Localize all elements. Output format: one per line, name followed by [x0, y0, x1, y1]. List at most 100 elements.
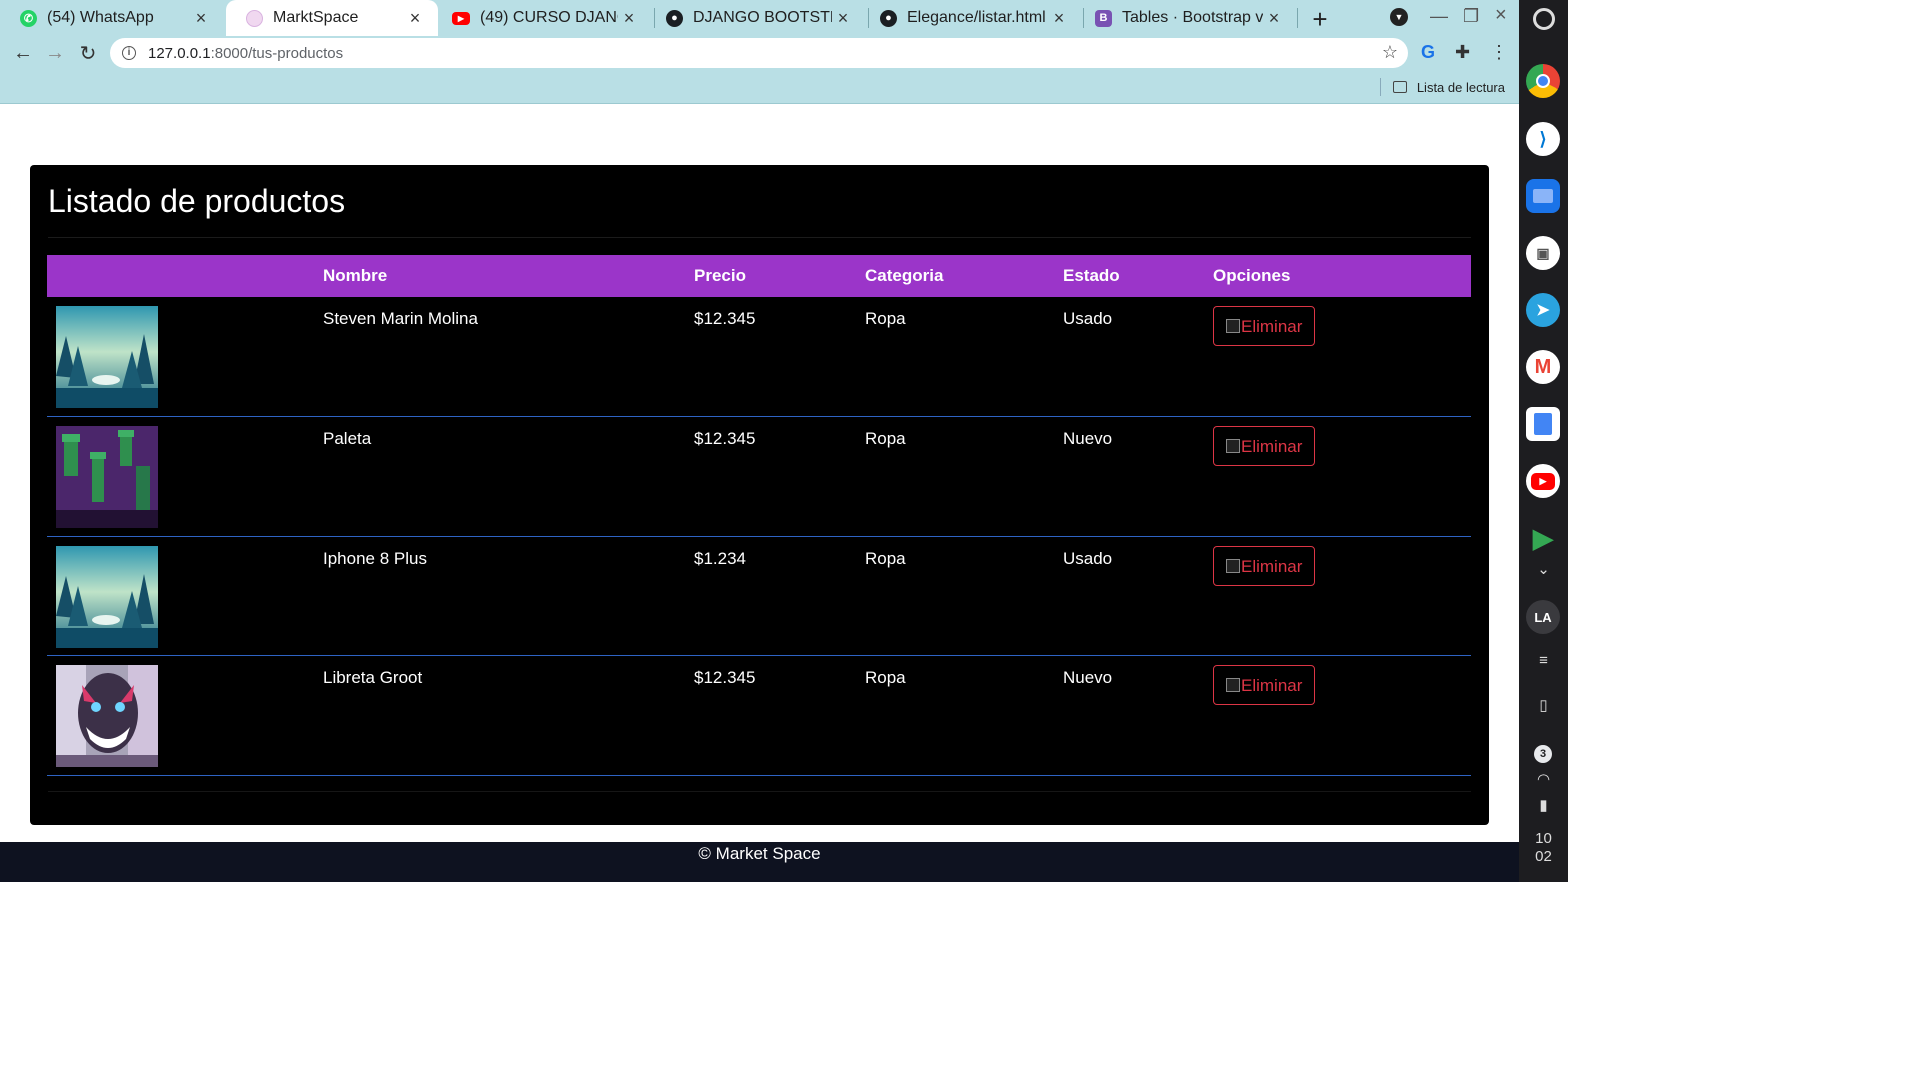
product-price: $1.234: [694, 536, 865, 656]
tab-title: MarktSpace: [273, 9, 359, 26]
play-store-icon[interactable]: ▶: [1526, 521, 1560, 555]
chevron-down-icon[interactable]: ⌄: [1519, 560, 1568, 578]
product-state: Usado: [1063, 536, 1213, 656]
gmail-icon[interactable]: M: [1526, 350, 1560, 384]
site-info-icon[interactable]: i: [122, 46, 136, 60]
forward-icon[interactable]: →: [42, 40, 68, 66]
options-cell: Eliminar: [1213, 297, 1471, 417]
telegram-icon[interactable]: ➤: [1526, 293, 1560, 327]
new-tab-button[interactable]: +: [1308, 4, 1332, 35]
github-icon: ●: [666, 9, 683, 27]
product-thumbnail[interactable]: [56, 665, 158, 767]
os-shelf: ⟩ ▣ ➤ M ▶ ▶ ⌄ LA ≡ ▯ 3 ◠ ▮ 10 02: [1519, 0, 1568, 882]
close-tab-icon[interactable]: ×: [190, 8, 212, 29]
vscode-icon[interactable]: ⟩: [1526, 122, 1560, 156]
header-image: [47, 255, 323, 297]
whatsapp-icon: ✆: [20, 9, 37, 27]
playlist-icon[interactable]: ≡: [1519, 652, 1568, 669]
options-cell: Eliminar: [1213, 655, 1471, 776]
extensions-icon[interactable]: ✚: [1455, 42, 1470, 63]
minimize-icon[interactable]: —: [1430, 6, 1448, 27]
url-path: :8000/tus-productos: [210, 44, 344, 62]
youtube-icon[interactable]: ▶: [1526, 464, 1560, 498]
reload-icon[interactable]: ↻: [75, 40, 101, 66]
product-price: $12.345: [694, 655, 865, 776]
clock-minute: 02: [1535, 848, 1552, 865]
tab-marktspace[interactable]: MarktSpace ×: [226, 0, 438, 36]
product-category: Ropa: [865, 655, 1063, 776]
bootstrap-icon: B: [1095, 9, 1112, 27]
files-icon[interactable]: [1526, 179, 1560, 213]
page-body: Listado de productos Nombre Precio Categ…: [0, 105, 1519, 842]
reading-list-label: Lista de lectura: [1416, 79, 1505, 95]
products-card: Listado de productos Nombre Precio Categ…: [30, 165, 1489, 825]
tab-title: DJANGO BOOTSTRAP PAG: [693, 9, 832, 26]
delete-label: Eliminar: [1241, 556, 1303, 576]
battery-icon[interactable]: ▮: [1519, 796, 1568, 814]
card-footer-divider: [48, 791, 1471, 792]
delete-button[interactable]: Eliminar: [1213, 665, 1315, 705]
close-tab-icon[interactable]: ×: [832, 8, 854, 29]
tab-bootstrap[interactable]: B Tables · Bootstrap v5.1 ×: [1075, 0, 1297, 36]
docs-icon[interactable]: [1526, 407, 1560, 441]
close-window-icon[interactable]: ×: [1495, 4, 1507, 27]
broken-image-icon: [1226, 319, 1240, 333]
broken-image-icon: [1226, 558, 1240, 573]
notification-count: 3: [1539, 748, 1547, 760]
close-tab-icon[interactable]: ×: [1263, 8, 1285, 29]
phone-hub-icon[interactable]: ▯: [1519, 696, 1568, 714]
product-name: Libreta Groot: [323, 655, 694, 776]
tab-youtube[interactable]: ▶ (49) CURSO DJANGO 2020 ×: [432, 0, 652, 36]
chrome-icon[interactable]: [1526, 64, 1560, 98]
screenshot-icon[interactable]: ▣: [1526, 236, 1560, 270]
tab-title: (54) WhatsApp: [47, 9, 154, 26]
close-tab-icon[interactable]: ×: [618, 8, 640, 29]
menu-kebab-icon[interactable]: ⋮: [1490, 42, 1508, 63]
product-thumbnail[interactable]: [56, 545, 158, 648]
delete-button[interactable]: Eliminar: [1213, 306, 1315, 346]
wifi-icon[interactable]: ◠: [1519, 770, 1568, 788]
delete-button[interactable]: Eliminar: [1213, 426, 1315, 466]
close-tab-icon[interactable]: ×: [1048, 8, 1070, 29]
launcher-icon[interactable]: [1533, 8, 1555, 30]
notification-badge[interactable]: 3: [1534, 745, 1552, 763]
tab-github-django[interactable]: ● DJANGO BOOTSTRAP PAG ×: [646, 0, 866, 36]
user-avatar[interactable]: LA: [1526, 600, 1560, 634]
restore-icon[interactable]: ❐: [1463, 6, 1479, 27]
image-cell: [47, 536, 323, 656]
translate-icon[interactable]: G: [1421, 42, 1435, 63]
delete-label: Eliminar: [1241, 317, 1303, 336]
markt-space-favicon: [246, 9, 263, 27]
youtube-icon: ▶: [452, 11, 470, 25]
tab-search-icon[interactable]: ▼: [1390, 8, 1408, 26]
header-precio: Precio: [694, 255, 865, 297]
reading-list-button[interactable]: Lista de lectura: [1379, 78, 1505, 96]
bookmark-star-icon[interactable]: ☆: [1382, 42, 1398, 63]
close-tab-icon[interactable]: ×: [404, 8, 426, 29]
tab-github-elegance[interactable]: ● Elegance/listar.html at ma ×: [860, 0, 1082, 36]
product-thumbnail[interactable]: [56, 426, 158, 528]
table-row: Paleta $12.345 Ropa Nuevo Eliminar: [47, 416, 1471, 537]
delete-label: Eliminar: [1241, 437, 1303, 456]
divider: [1379, 78, 1381, 96]
bookmark-bar: Lista de lectura: [0, 70, 1519, 104]
tab-title: Elegance/listar.html at ma: [907, 9, 1048, 26]
header-nombre: Nombre: [323, 255, 694, 297]
tab-whatsapp[interactable]: ✆ (54) WhatsApp ×: [0, 0, 224, 36]
product-category: Ropa: [865, 297, 1063, 417]
address-bar[interactable]: i 127.0.0.1:8000/tus-productos ☆: [110, 38, 1408, 68]
user-initials: LA: [1534, 609, 1552, 625]
product-price: $12.345: [694, 297, 865, 417]
card-divider: [48, 237, 1471, 238]
table-row: Steven Marin Molina $12.345 Ropa Usado E…: [47, 297, 1471, 417]
product-category: Ropa: [865, 416, 1063, 537]
table-row: Libreta Groot $12.345 Ropa Nuevo Elimina…: [47, 655, 1471, 776]
delete-button[interactable]: Eliminar: [1213, 545, 1315, 586]
broken-image-icon: [1226, 678, 1240, 692]
product-name: Paleta: [323, 416, 694, 537]
product-thumbnail[interactable]: [56, 306, 158, 408]
back-icon[interactable]: ←: [10, 40, 36, 66]
tab-strip: ✆ (54) WhatsApp × MarktSpace × ▶ (49) CU…: [0, 0, 1519, 36]
clock-hour: 10: [1535, 830, 1552, 847]
clock[interactable]: 10 02: [1519, 830, 1568, 866]
